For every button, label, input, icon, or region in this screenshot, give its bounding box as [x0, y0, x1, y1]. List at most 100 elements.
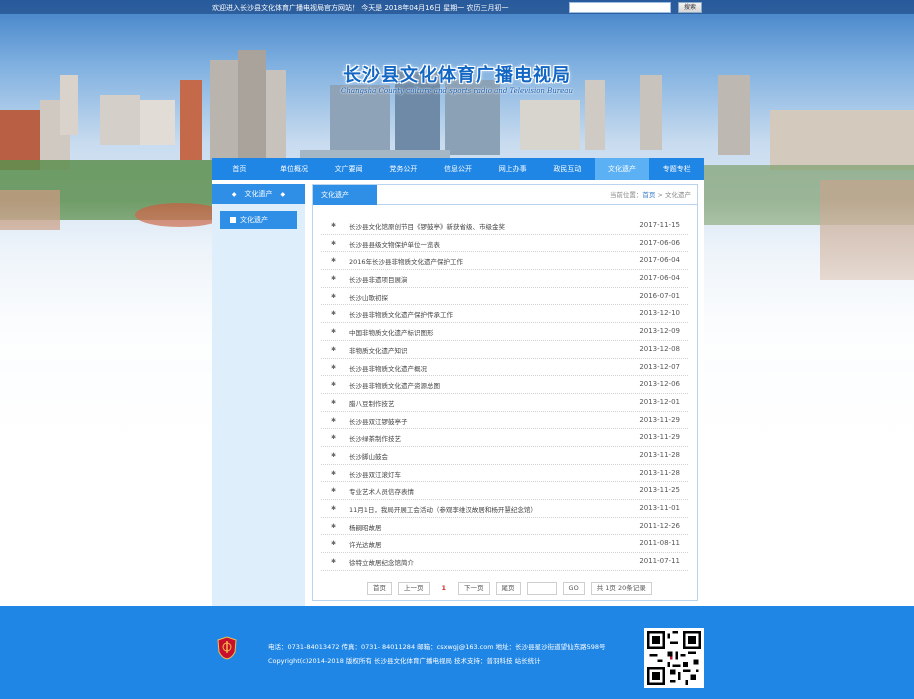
- nav-item-topics[interactable]: 专题专栏: [649, 158, 704, 180]
- nav-item-home[interactable]: 首页: [212, 158, 267, 180]
- page-first-button[interactable]: 首页: [367, 581, 392, 595]
- nav-item-news[interactable]: 文广要闻: [321, 158, 376, 180]
- news-date: 2013-12-08: [639, 344, 680, 353]
- news-date: 2017-11-15: [639, 221, 680, 229]
- news-title[interactable]: 长沙县非物质文化遗产资源总图: [349, 380, 440, 390]
- news-item[interactable]: ✱ 长沙县双江锣鼓亭子 2013-11-29: [321, 412, 688, 430]
- news-title[interactable]: 长沙县双江锣鼓亭子: [349, 416, 408, 426]
- news-title[interactable]: 长沙山歌初探: [349, 292, 388, 302]
- news-item[interactable]: ✱ 徐特立故居纪念馆简介 2011-07-11: [321, 553, 688, 571]
- news-title[interactable]: 杨嗣昭故居: [349, 522, 382, 532]
- page-next-button[interactable]: 下一页: [458, 581, 490, 595]
- sidebar-heading-label: 文化遗产: [244, 190, 273, 198]
- news-date: 2013-11-25: [639, 486, 680, 495]
- page-summary: 共 1页 20条记录: [590, 581, 652, 595]
- main-nav: 首页 单位概况 文广要闻 党务公开 信息公开 网上办事 政民互动 文化遗产 专题…: [212, 158, 704, 180]
- asterisk-bullet-icon: ✱: [331, 558, 337, 566]
- qr-code-icon: [644, 628, 704, 688]
- news-item[interactable]: ✱ 非物质文化遗产知识 2013-12-08: [321, 341, 688, 359]
- news-title[interactable]: 长沙绿茶制作技艺: [349, 433, 401, 443]
- news-date: 2011-08-11: [639, 539, 680, 548]
- breadcrumb-home-link[interactable]: 首页: [642, 191, 655, 199]
- news-item[interactable]: ✱ 杨嗣昭故居 2011-12-26: [321, 518, 688, 536]
- news-date: 2013-11-28: [639, 450, 680, 459]
- news-item[interactable]: ✱ 11月1日，我局开展工会活动（参观李维汉故居和杨开慧纪念馆） 2013-11-0…: [321, 500, 688, 518]
- nav-item-overview[interactable]: 单位概况: [267, 158, 322, 180]
- news-title[interactable]: 腊八豆制作技艺: [349, 398, 395, 408]
- page-prev-button[interactable]: 上一页: [398, 581, 430, 595]
- news-title[interactable]: 长沙县双江滚灯车: [349, 469, 401, 479]
- news-title[interactable]: 11月1日，我局开展工会活动（参观李维汉故居和杨开慧纪念馆）: [349, 504, 537, 514]
- news-item[interactable]: ✱ 长沙县双江滚灯车 2013-11-28: [321, 465, 688, 483]
- emblem-icon: [217, 636, 237, 660]
- news-title[interactable]: 长沙县非物质文化遗产保护传承工作: [349, 309, 453, 319]
- news-title[interactable]: 专业艺术人员信存表情: [349, 486, 414, 496]
- news-list: ✱ 长沙县文化馆原创节目《锣鼓亭》新获省级、市级金奖 2017-11-15 ✱ 长沙县县…: [321, 217, 688, 571]
- news-item[interactable]: ✱ 长沙绿茶制作技艺 2013-11-29: [321, 429, 688, 447]
- asterisk-bullet-icon: ✱: [331, 505, 337, 512]
- diamond-icon: ◆: [231, 191, 237, 198]
- breadcrumb-separator: >: [655, 191, 665, 199]
- nav-item-interaction[interactable]: 政民互动: [540, 158, 595, 180]
- sidebar: ◆ 文化遗产 ◆ 文化遗产: [212, 184, 305, 606]
- news-item[interactable]: ✱ 专业艺术人员信存表情 2013-11-25: [321, 482, 688, 500]
- search-button[interactable]: 搜索: [678, 2, 702, 13]
- news-date: 2013-12-01: [639, 397, 680, 406]
- news-item[interactable]: ✱ 长沙县文化馆原创节目《锣鼓亭》新获省级、市级金奖 2017-11-15: [321, 217, 688, 235]
- page-jump-input[interactable]: [526, 581, 557, 595]
- asterisk-bullet-icon: ✱: [331, 292, 337, 300]
- news-date: 2017-06-04: [639, 256, 680, 265]
- nav-item-party[interactable]: 党务公开: [376, 158, 431, 180]
- page-go-button[interactable]: GO: [562, 581, 585, 595]
- news-title[interactable]: 2016年长沙县非物质文化遗产保护工作: [349, 256, 463, 266]
- search-input[interactable]: [569, 2, 671, 13]
- nav-item-info[interactable]: 信息公开: [431, 158, 486, 180]
- nav-item-online-services[interactable]: 网上办事: [485, 158, 540, 180]
- footer-copyright: Copyright(c)2014-2018 版权所有 长沙县文化体育广播电视局 …: [268, 657, 541, 665]
- news-title[interactable]: 徐特立故居纪念馆简介: [349, 557, 414, 567]
- news-item[interactable]: ✱ 中国非物质文化遗产标识图形 2013-12-09: [321, 323, 688, 341]
- news-date: 2013-11-29: [639, 433, 680, 442]
- asterisk-bullet-icon: ✱: [331, 416, 337, 424]
- asterisk-bullet-icon: ✱: [331, 469, 337, 477]
- sidebar-heading: ◆ 文化遗产 ◆: [212, 184, 305, 204]
- sidebar-item-heritage[interactable]: 文化遗产: [220, 211, 297, 229]
- news-item[interactable]: ✱ 长沙山歌初探 2016-07-01: [321, 288, 688, 306]
- news-date: 2013-12-09: [639, 327, 680, 336]
- news-title[interactable]: 长沙脚山鼓会: [349, 451, 388, 461]
- news-title[interactable]: 非物质文化遗产知识: [349, 345, 408, 355]
- footer-contact: 电话：0731-84013472 传真：0731- 84011284 邮箱：cs…: [268, 643, 606, 651]
- top-bar: 欢迎进入长沙县文化体育广播电视局官方网站！ 今天是 2018年04月16日 星期…: [0, 0, 914, 14]
- asterisk-bullet-icon: ✱: [331, 310, 337, 318]
- content-tab: 文化遗产: [313, 185, 377, 205]
- page-last-button[interactable]: 尾页: [495, 581, 521, 595]
- asterisk-bullet-icon: ✱: [331, 239, 337, 247]
- news-date: 2011-07-11: [639, 557, 680, 566]
- square-bullet-icon: [230, 216, 236, 223]
- news-title[interactable]: 长沙县县级文物保护单位一览表: [349, 239, 440, 249]
- news-item[interactable]: ✱ 长沙县县级文物保护单位一览表 2017-06-06: [321, 235, 688, 253]
- news-date: 2013-11-29: [639, 415, 680, 424]
- news-item[interactable]: ✱ 长沙县非物质文化遗产保护传承工作 2013-12-10: [321, 305, 688, 324]
- news-item[interactable]: ✱ 2016年长沙县非物质文化遗产保护工作 2017-06-04: [321, 252, 688, 271]
- asterisk-bullet-icon: ✱: [331, 381, 337, 389]
- news-title[interactable]: 许光达故居: [349, 539, 382, 549]
- news-title[interactable]: 长沙县文化馆原创节目《锣鼓亭》新获省级、市级金奖: [349, 221, 505, 231]
- news-date: 2017-06-06: [639, 238, 680, 247]
- news-title[interactable]: 长沙县非物质文化遗产概况: [349, 363, 427, 373]
- page-current: 1: [435, 581, 453, 595]
- nav-item-heritage[interactable]: 文化遗产: [594, 158, 650, 180]
- news-item[interactable]: ✱ 长沙脚山鼓会 2013-11-28: [321, 447, 688, 465]
- news-title[interactable]: 中国非物质文化遗产标识图形: [349, 327, 434, 337]
- news-date: 2013-12-06: [639, 380, 680, 389]
- content-panel: 文化遗产 当前位置：首页 > 文化遗产 ✱ 长沙县文化馆原创节目《锣鼓亭》新获省级…: [312, 184, 698, 601]
- news-item[interactable]: ✱ 长沙县非遗项目展演 2017-06-04: [321, 270, 688, 288]
- pagination: 首页 上一页 1 下一页 尾页 GO 共 1页 20条记录: [367, 581, 658, 595]
- news-title[interactable]: 长沙县非遗项目展演: [349, 274, 408, 284]
- news-item[interactable]: ✱ 长沙县非物质文化遗产概况 2013-12-07: [321, 359, 688, 377]
- news-item[interactable]: ✱ 许光达故居 2011-08-11: [321, 535, 688, 554]
- asterisk-bullet-icon: ✱: [331, 363, 337, 371]
- sidebar-item-label: 文化遗产: [240, 216, 268, 224]
- news-item[interactable]: ✱ 长沙县非物质文化遗产资源总图 2013-12-06: [321, 376, 688, 394]
- news-item[interactable]: ✱ 腊八豆制作技艺 2013-12-01: [321, 394, 688, 412]
